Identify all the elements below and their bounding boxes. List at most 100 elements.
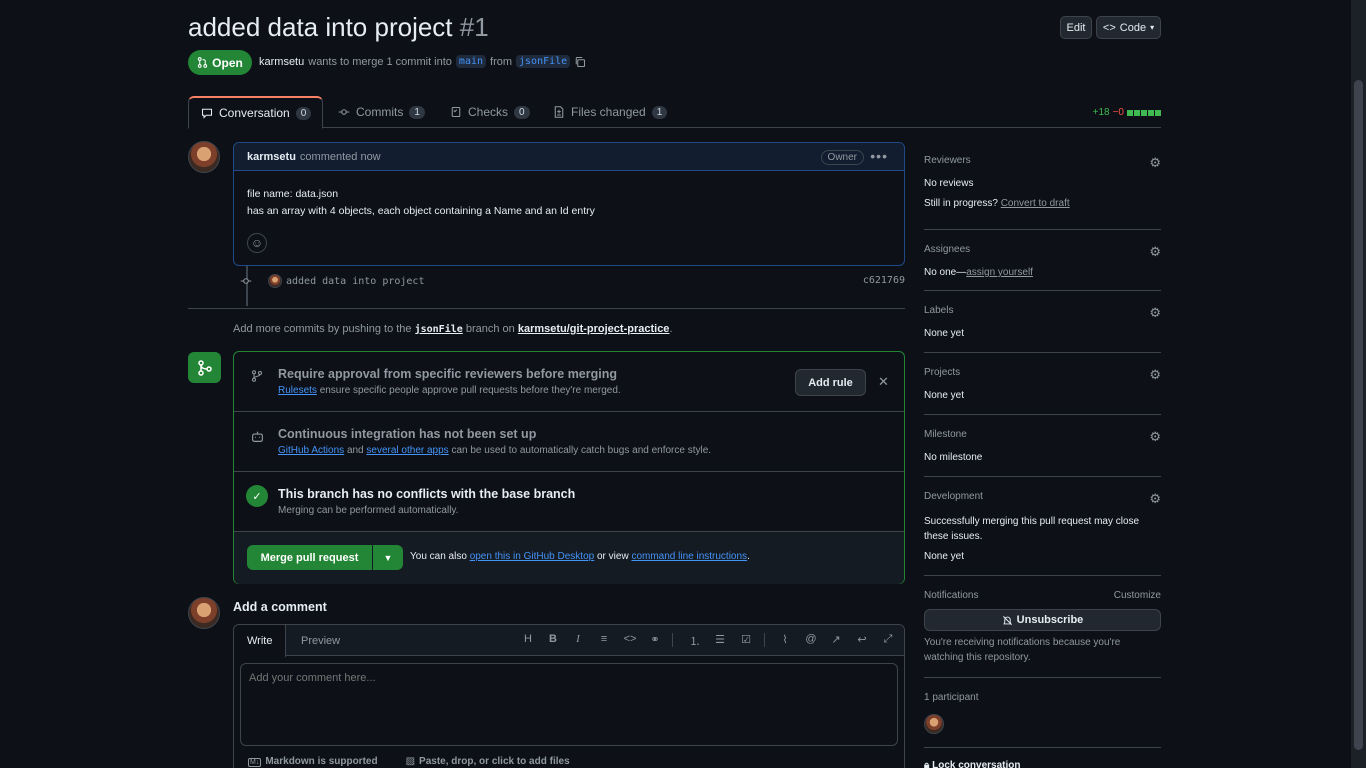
code-icon: <> [1102, 21, 1116, 34]
projects-label[interactable]: Projects [924, 367, 1161, 378]
tab-preview[interactable]: Preview [288, 625, 353, 656]
merge-pull-request-button[interactable]: Merge pull request [247, 545, 372, 570]
code-icon[interactable]: <> [622, 633, 638, 645]
scrollbar-thumb[interactable] [1354, 80, 1363, 750]
convert-to-draft-link[interactable]: Convert to draft [1001, 198, 1070, 209]
avatar[interactable] [924, 714, 944, 734]
comment-line: file name: data.json [247, 188, 339, 200]
editor-footer: M↓ Markdown is supported ▨ Paste, drop, or… [248, 756, 570, 767]
task-list-icon[interactable]: ☑ [738, 633, 754, 646]
fullscreen-icon[interactable]: ⤢ [880, 633, 896, 646]
avatar[interactable] [188, 141, 220, 173]
quote-icon[interactable]: ≡ [596, 633, 612, 645]
merge-alternatives: You can also open this in GitHub Desktop… [410, 551, 750, 562]
merge-alt-text: or view [596, 551, 629, 562]
chevron-down-icon[interactable]: ▼ [373, 545, 403, 570]
gear-icon[interactable]: ⚙ [1149, 244, 1161, 260]
projects-value: None yet [924, 390, 965, 401]
development-value: None yet [924, 551, 965, 562]
link-icon[interactable]: ⚭ [647, 633, 663, 646]
gear-icon[interactable]: ⚙ [1149, 491, 1161, 507]
rulesets-link[interactable]: Rulesets [278, 385, 317, 396]
edit-button[interactable]: Edit [1060, 16, 1092, 39]
push-hint-repo[interactable]: karmsetu/git-project-practice [518, 323, 670, 335]
paperclip-icon[interactable]: ⌇ [777, 633, 793, 646]
attach-files[interactable]: ▨ Paste, drop, or click to add files [406, 756, 570, 767]
smiley-icon[interactable]: ☺ [247, 233, 267, 253]
comment-timestamp[interactable]: commented now [300, 151, 381, 163]
sidebar-milestone: Milestone ⚙ No milestone [924, 429, 1161, 463]
gear-icon[interactable]: ⚙ [1149, 155, 1161, 171]
commit-icon [240, 275, 252, 287]
command-line-link[interactable]: command line instructions [631, 551, 747, 562]
notifications-reason: You're receiving notifications because y… [924, 637, 1121, 663]
diff-deletions: −0 [1112, 107, 1124, 118]
code-button[interactable]: <> Code ▾ [1096, 16, 1161, 39]
pull-request-icon [197, 57, 208, 68]
reviewers-label[interactable]: Reviewers [924, 155, 1161, 166]
base-branch[interactable]: main [455, 55, 487, 68]
sidebar-assignees: Assignees ⚙ No one—assign yourself [924, 244, 1161, 278]
assignees-label[interactable]: Assignees [924, 244, 1161, 255]
tab-commits[interactable]: Commits 1 [326, 96, 437, 128]
avatar[interactable] [188, 597, 220, 629]
lock-conversation[interactable]: 🔒︎ Lock conversation [924, 760, 1161, 768]
tab-conversation[interactable]: Conversation 0 [188, 96, 323, 129]
close-icon[interactable]: ✕ [878, 374, 889, 390]
tab-checks[interactable]: Checks 0 [438, 96, 542, 128]
comment-textarea[interactable] [240, 663, 898, 746]
divider [924, 229, 1161, 230]
cross-reference-icon[interactable]: ↗ [828, 633, 844, 646]
add-comment-heading: Add a comment [233, 600, 327, 614]
tab-write[interactable]: Write [234, 625, 287, 657]
markdown-note[interactable]: M↓ Markdown is supported [248, 756, 378, 767]
tab-files-changed[interactable]: Files changed 1 [541, 96, 679, 128]
diffstat[interactable]: +18 −0 [1093, 107, 1161, 118]
divider [924, 414, 1161, 415]
comment-header: karmsetu commented now Owner ••• [234, 143, 904, 171]
pr-meta: karmsetu wants to merge 1 commit into ma… [259, 55, 586, 68]
sidebar-projects: Projects ⚙ None yet [924, 367, 1161, 401]
development-label[interactable]: Development [924, 491, 1161, 502]
ruleset-subtitle: Rulesets ensure specific people approve … [278, 385, 621, 396]
italic-icon[interactable]: I [570, 633, 586, 645]
mention-icon[interactable]: @ [803, 633, 819, 645]
copy-icon[interactable] [574, 56, 586, 68]
scrollbar[interactable] [1351, 0, 1366, 768]
comment-author[interactable]: karmsetu [247, 151, 296, 163]
assign-yourself-link[interactable]: assign yourself [966, 267, 1033, 278]
gear-icon[interactable]: ⚙ [1149, 305, 1161, 321]
add-rule-button[interactable]: Add rule [795, 369, 866, 396]
labels-label[interactable]: Labels [924, 305, 1161, 316]
divider [924, 476, 1161, 477]
divider [672, 633, 673, 647]
merge-box: Require approval from specific reviewers… [233, 351, 905, 584]
comment-body: file name: data.json has an array with 4… [234, 171, 904, 220]
merge-footer: Merge pull request ▼ You can also open t… [234, 532, 904, 584]
gear-icon[interactable]: ⚙ [1149, 429, 1161, 445]
ci-subtitle: GitHub Actions and several other apps ca… [278, 445, 711, 456]
push-hint-text: branch on [465, 323, 515, 335]
divider [924, 677, 1161, 678]
milestone-value: No milestone [924, 452, 983, 463]
github-actions-link[interactable]: GitHub Actions [278, 445, 344, 456]
kebab-menu-icon[interactable]: ••• [870, 148, 888, 164]
github-desktop-link[interactable]: open this in GitHub Desktop [470, 551, 595, 562]
unordered-list-icon[interactable]: ☰ [712, 633, 728, 646]
reply-icon[interactable]: ↩ [854, 633, 870, 646]
lock-icon: 🔒︎ [924, 760, 930, 768]
other-apps-link[interactable]: several other apps [366, 445, 448, 456]
commit-sha[interactable]: c621769 [863, 275, 905, 286]
gear-icon[interactable]: ⚙ [1149, 367, 1161, 383]
head-branch[interactable]: jsonFile [516, 55, 571, 68]
milestone-label[interactable]: Milestone [924, 429, 1161, 440]
push-hint-branch[interactable]: jsonFile [415, 324, 463, 335]
ordered-list-icon[interactable]: ⒈ [687, 633, 703, 649]
customize-link[interactable]: Customize [1114, 590, 1161, 601]
unsubscribe-button[interactable]: Unsubscribe [924, 609, 1161, 631]
commit-message[interactable]: added data into project [286, 276, 424, 287]
author-link[interactable]: karmsetu [259, 56, 304, 68]
bold-icon[interactable]: B [545, 633, 561, 645]
heading-icon[interactable]: H [520, 633, 536, 645]
avatar[interactable] [268, 274, 282, 288]
